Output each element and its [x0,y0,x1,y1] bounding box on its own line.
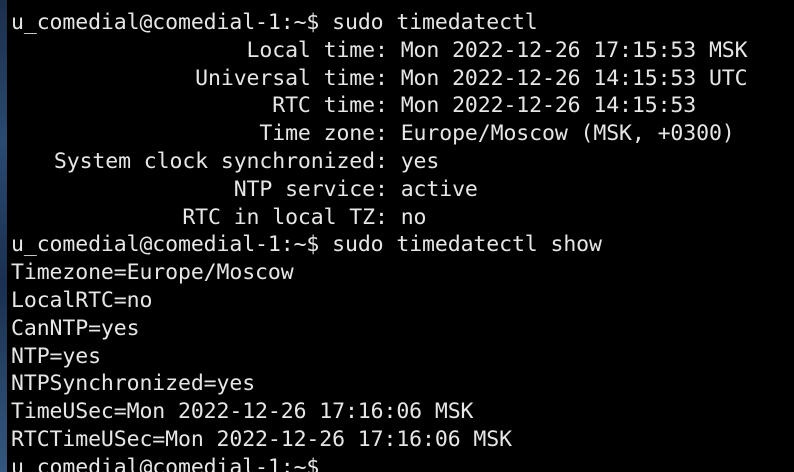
output-field-line: System clock synchronized: yes [11,148,794,176]
field-separator: : [375,65,401,91]
shell-prompt: u_comedial@comedial-1:~$ [11,454,320,472]
field-value: Mon 2022-12-26 17:15:53 MSK [400,37,748,63]
command-line: u_comedial@comedial-1:~$ sudo timedatect… [11,9,794,37]
field-separator: : [375,93,401,119]
field-separator: : [375,121,401,147]
shell-prompt: u_comedial@comedial-1:~$ [11,232,320,258]
field-value: active [400,176,478,202]
desktop-edge [0,0,7,472]
terminal-output[interactable]: u_comedial@comedial-1:~$ sudo timedatect… [11,9,794,472]
field-value: Mon 2022-12-26 14:15:53 [400,93,697,119]
command-text: sudo timedatectl show [332,232,602,258]
output-field-line: RTC in local TZ: no [11,204,794,232]
output-field-line: Time zone: Europe/Moscow (MSK, +0300) [11,120,794,148]
command-text: sudo timedatectl [332,10,538,35]
output-field-line: Universal time: Mon 2022-12-26 14:15:53 … [11,65,794,93]
field-key: NTP service [233,176,375,202]
output-field-line: Local time: Mon 2022-12-26 17:15:53 MSK [11,37,794,65]
field-separator: : [375,176,401,202]
shell-prompt: u_comedial@comedial-1:~$ [11,10,320,35]
command-line: u_comedial@comedial-1:~$ sudo timedatect… [11,231,794,259]
output-line: NTP=yes [11,343,101,369]
field-value: yes [400,148,440,174]
field-key: RTC time [272,93,375,119]
output-line: RTCTimeUSec=Mon 2022-12-26 17:16:06 MSK [11,426,512,452]
field-key: RTC in local TZ [182,204,375,230]
field-value: Europe/Moscow (MSK, +0300) [400,121,735,147]
screen: u_comedial@comedial-1:~$ sudo timedatect… [0,0,794,472]
field-value: Mon 2022-12-26 14:15:53 UTC [400,65,748,91]
output-field-line: RTC time: Mon 2022-12-26 14:15:53 [11,92,794,120]
output-line: NTPSynchronized=yes [11,371,256,397]
field-separator: : [375,37,401,63]
field-key: System clock synchronized [53,148,375,174]
output-field-line: NTP service: active [11,176,794,204]
field-key: Time zone [259,121,375,147]
output-line: TimeUSec=Mon 2022-12-26 17:16:06 MSK [11,399,474,425]
field-key: Universal time [195,65,375,91]
field-separator: : [375,204,401,230]
output-line: CanNTP=yes [11,315,140,341]
output-line: Timezone=Europe/Moscow [11,260,294,286]
output-line: LocalRTC=no [11,287,153,313]
command-line: u_comedial@comedial-1:~$ [11,454,794,472]
field-key: Local time [246,37,376,63]
field-separator: : [375,148,401,174]
field-value: no [400,204,427,230]
